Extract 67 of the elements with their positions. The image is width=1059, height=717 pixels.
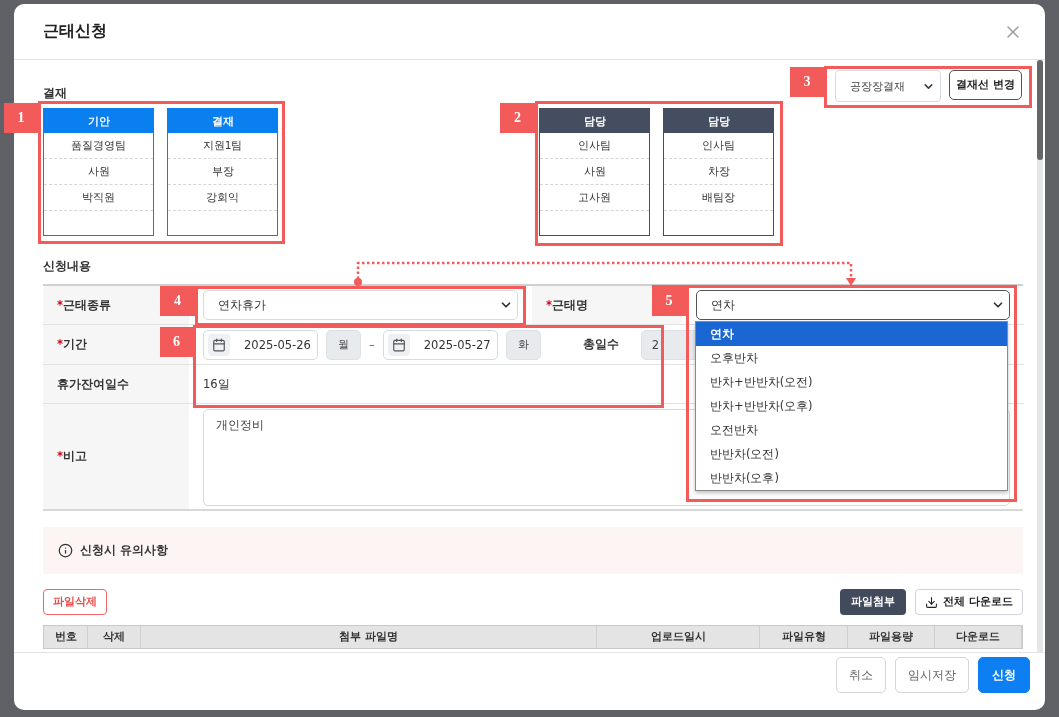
approval-header: 담당 — [664, 109, 773, 133]
callout-number: 1 — [4, 103, 38, 133]
approval-cell: 부장 — [168, 159, 277, 185]
dropdown-option[interactable]: 반차+반반차(오후) — [696, 394, 1007, 418]
column-header: 번호 — [44, 626, 88, 648]
dropdown-option[interactable]: 연차 — [696, 322, 1007, 346]
dropdown-option[interactable]: 반반차(오전) — [696, 442, 1007, 466]
approval-cell: 강회익 — [168, 185, 277, 211]
approval-header: 담당 — [540, 109, 649, 133]
column-header: 다운로드 — [935, 626, 1022, 648]
field-label: *기간 — [57, 337, 87, 352]
column-header: 첨부 파일명 — [141, 626, 597, 648]
dialog-title: 근태신청 — [43, 21, 107, 42]
notice-text: 신청시 유의사항 — [80, 543, 168, 558]
calendar-icon — [387, 333, 410, 356]
field-label: 휴가잔여일수 — [57, 376, 129, 392]
callout-number: 4 — [160, 286, 195, 316]
approval-header: 기안 — [44, 109, 153, 133]
approval-cell: 차장 — [664, 159, 773, 185]
column-header: 업로드일시 — [597, 626, 760, 648]
dropdown-option[interactable]: 반반차(오후) — [696, 466, 1007, 490]
weekday-field: 월 — [326, 329, 361, 360]
field-label: *근태명 — [546, 297, 588, 313]
remaining-days: 16일 — [203, 376, 230, 392]
column-header: 파일유형 — [760, 626, 848, 648]
approval-cell: 품질경영팀 — [44, 133, 153, 159]
download-all-button[interactable]: 전체 다운로드 — [915, 589, 1023, 615]
dropdown-option[interactable]: 반차+반반차(오전) — [696, 370, 1007, 394]
approval-cell: 박직원 — [44, 185, 153, 211]
field-label: *근태종류 — [57, 297, 111, 313]
approval-header: 결재 — [168, 109, 277, 133]
footer-button[interactable]: 임시저장 — [895, 657, 969, 693]
column-header: 삭제 — [88, 626, 141, 648]
section-title: 신청내용 — [43, 258, 91, 274]
column-header: 파일용량 — [848, 626, 935, 648]
approval-cell: 사원 — [540, 159, 649, 185]
approval-cell: 배팀장 — [664, 185, 773, 211]
range-dash: – — [369, 337, 375, 352]
approval-cell: 인사팀 — [664, 133, 773, 159]
leave-type-select[interactable]: 연차휴가 — [203, 290, 518, 320]
callout-number: 2 — [500, 103, 535, 133]
field-label: *비고 — [57, 449, 87, 464]
approval-cell: 고사원 — [540, 185, 649, 211]
approval-line-select[interactable]: 공장장결재 — [835, 70, 942, 102]
footer-button[interactable]: 취소 — [836, 657, 886, 693]
calendar-icon — [208, 333, 230, 356]
scrollbar[interactable] — [1037, 60, 1043, 652]
callout-number: 5 — [652, 285, 686, 316]
download-icon — [925, 595, 939, 609]
approval-cell: 인사팀 — [540, 133, 649, 159]
dropdown-option[interactable]: 오전반차 — [696, 418, 1007, 442]
dropdown-option[interactable]: 오후반차 — [696, 346, 1007, 370]
callout-number: 3 — [790, 67, 824, 97]
change-approval-line-button[interactable]: 결재선 변경 — [949, 70, 1022, 100]
attach-file-button[interactable]: 파일첨부 — [840, 589, 907, 615]
approval-cell: 지원1팀 — [168, 133, 277, 159]
leave-name-select[interactable]: 연차 — [696, 290, 1010, 320]
callout-number: 6 — [160, 327, 193, 357]
end-date-field[interactable]: 2025-05-27 — [382, 329, 498, 360]
approval-cell: 사원 — [44, 159, 153, 185]
field-label: 총일수 — [582, 337, 619, 352]
info-icon — [58, 543, 73, 558]
start-date-field[interactable]: 2025-05-26 — [203, 329, 318, 360]
footer-button[interactable]: 신청 — [978, 657, 1030, 693]
weekday-field: 화 — [505, 329, 541, 360]
delete-file-button[interactable]: 파일삭제 — [43, 589, 107, 615]
section-title: 결재 — [43, 85, 67, 102]
